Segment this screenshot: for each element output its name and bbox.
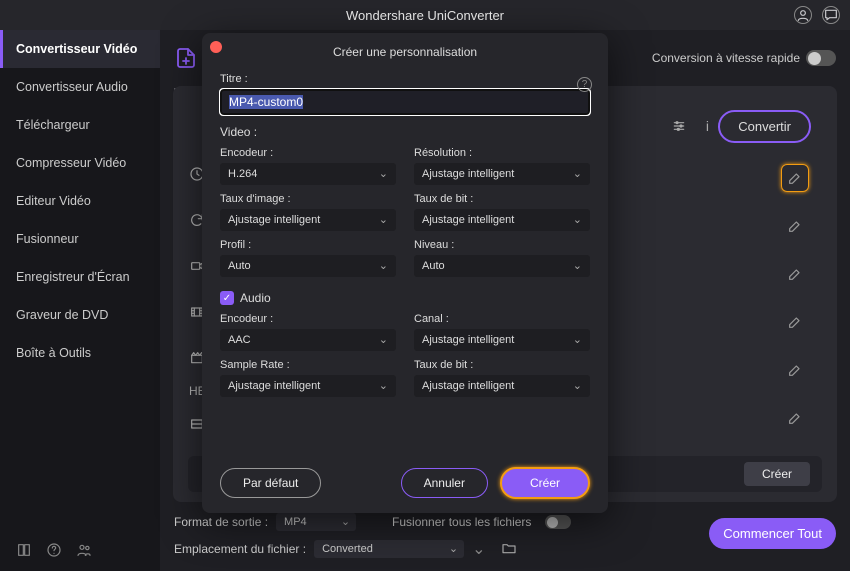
custom-preset-modal: Créer une personnalisation ? Titre : Vid…	[202, 33, 608, 513]
abitrate-select[interactable]: Ajustage intelligent	[414, 375, 590, 397]
sidebar-item-editor[interactable]: Editeur Vidéo	[0, 182, 160, 220]
dropdown-icon[interactable]: ⌄	[472, 539, 485, 559]
close-icon[interactable]	[210, 41, 222, 53]
edit-item-1-icon[interactable]	[781, 164, 809, 192]
sidebar-item-video-converter[interactable]: Convertisseur Vidéo	[0, 30, 160, 68]
cancel-button[interactable]: Annuler	[401, 468, 488, 498]
edit-item-5-icon[interactable]	[781, 356, 809, 384]
location-select[interactable]: Converted	[314, 540, 464, 558]
title-label: Titre :	[220, 73, 590, 85]
format-label: Format de sortie :	[174, 515, 268, 529]
settings-small-icon[interactable]	[671, 118, 687, 137]
modal-title: Créer une personnalisation	[220, 45, 590, 59]
resolution-select[interactable]: Ajustage intelligent	[414, 163, 590, 185]
folder-icon[interactable]	[501, 540, 517, 559]
speed-label: Conversion à vitesse rapide	[652, 51, 800, 65]
book-icon[interactable]	[16, 542, 32, 561]
sidebar-item-downloader[interactable]: Téléchargeur	[0, 106, 160, 144]
profile-select[interactable]: Auto	[220, 255, 396, 277]
app-title: Wondershare UniConverter	[346, 8, 504, 23]
audio-checkbox[interactable]: ✓	[220, 291, 234, 305]
edit-item-4-icon[interactable]	[781, 308, 809, 336]
abitrate-label: Taux de bit :	[414, 359, 590, 371]
aencoder-select[interactable]: AAC	[220, 329, 396, 351]
video-section-label: Video :	[220, 125, 590, 139]
fps-select[interactable]: Ajustage intelligent	[220, 209, 396, 231]
feedback-icon[interactable]	[822, 6, 840, 24]
sidebar-item-dvd[interactable]: Graveur de DVD	[0, 296, 160, 334]
title-input[interactable]	[220, 89, 590, 115]
vbitrate-label: Taux de bit :	[414, 193, 590, 205]
level-select[interactable]: Auto	[414, 255, 590, 277]
format-select[interactable]: MP4	[276, 513, 356, 531]
audio-section-label: Audio	[240, 291, 271, 305]
merge-label: Fusionner tous les fichiers	[392, 515, 531, 529]
account-icon[interactable]	[794, 6, 812, 24]
aencoder-label: Encodeur :	[220, 313, 396, 325]
sidebar-item-recorder[interactable]: Enregistreur d'Écran	[0, 258, 160, 296]
sidebar-item-toolbox[interactable]: Boîte à Outils	[0, 334, 160, 372]
info-icon[interactable]: i	[706, 118, 709, 134]
sidebar-item-audio-converter[interactable]: Convertisseur Audio	[0, 68, 160, 106]
create-button[interactable]: Créer	[500, 467, 590, 499]
speed-toggle[interactable]	[806, 50, 836, 66]
encoder-label: Encodeur :	[220, 147, 396, 159]
sample-select[interactable]: Ajustage intelligent	[220, 375, 396, 397]
convert-button[interactable]: Convertir	[718, 110, 811, 143]
merge-toggle[interactable]	[545, 515, 571, 529]
edit-item-6-icon[interactable]	[781, 404, 809, 432]
channel-label: Canal :	[414, 313, 590, 325]
help-circle-icon[interactable]: ?	[577, 77, 592, 92]
panel-create-button[interactable]: Créer	[744, 462, 810, 486]
help-icon[interactable]	[46, 542, 62, 561]
encoder-select[interactable]: H.264	[220, 163, 396, 185]
sidebar-item-merger[interactable]: Fusionneur	[0, 220, 160, 258]
titlebar: Wondershare UniConverter	[0, 0, 850, 30]
vbitrate-select[interactable]: Ajustage intelligent	[414, 209, 590, 231]
sidebar-item-compressor[interactable]: Compresseur Vidéo	[0, 144, 160, 182]
level-label: Niveau :	[414, 239, 590, 251]
sample-label: Sample Rate :	[220, 359, 396, 371]
fps-label: Taux d'image :	[220, 193, 396, 205]
channel-select[interactable]: Ajustage intelligent	[414, 329, 590, 351]
edit-item-3-icon[interactable]	[781, 260, 809, 288]
default-button[interactable]: Par défaut	[220, 468, 321, 498]
resolution-label: Résolution :	[414, 147, 590, 159]
add-file-icon[interactable]	[174, 46, 198, 70]
start-all-button[interactable]: Commencer Tout	[709, 518, 836, 549]
location-label: Emplacement du fichier :	[174, 542, 306, 556]
sidebar: Convertisseur Vidéo Convertisseur Audio …	[0, 30, 160, 571]
edit-item-2-icon[interactable]	[781, 212, 809, 240]
profile-label: Profil :	[220, 239, 396, 251]
people-icon[interactable]	[76, 542, 92, 561]
